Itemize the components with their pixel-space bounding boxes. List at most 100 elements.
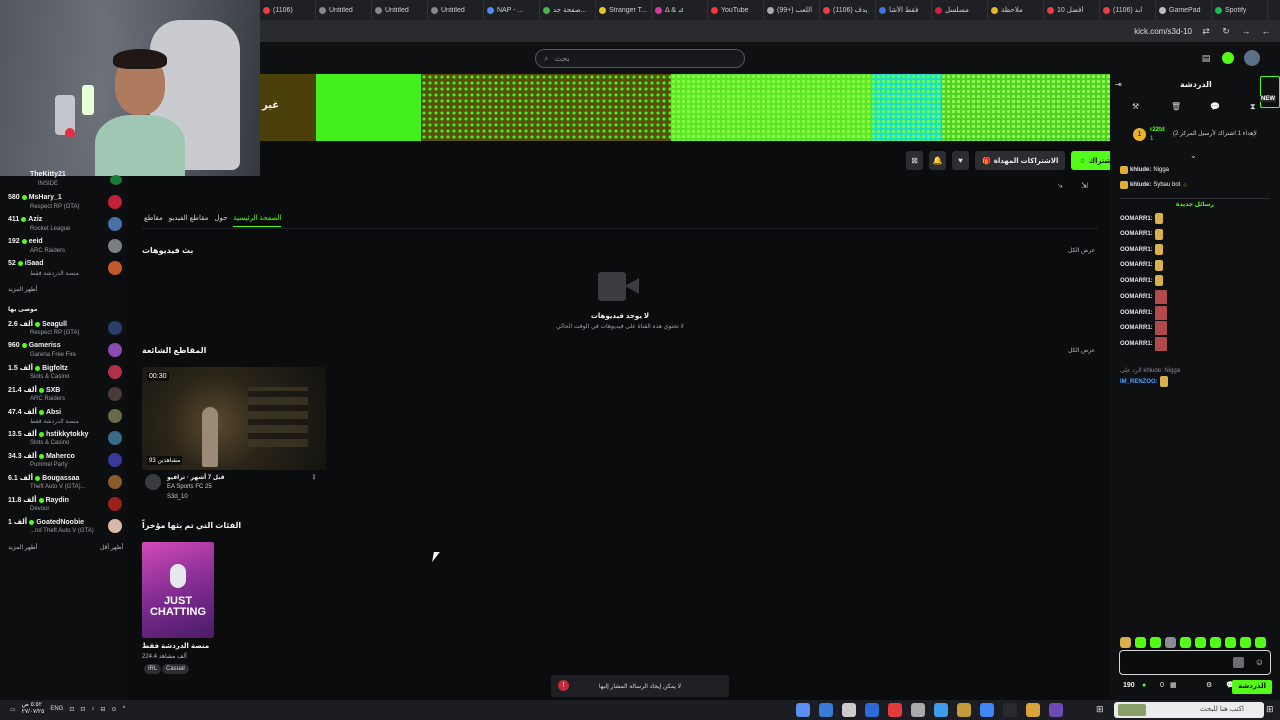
windows-start-icon[interactable]: ⊞ (1266, 704, 1274, 715)
tab-videos[interactable]: مقاطع الفيديو (169, 214, 209, 227)
browser-tab[interactable]: YouTube (708, 0, 764, 20)
taskbar-app-icon[interactable] (934, 703, 948, 717)
emoji-icon[interactable]: ☺ (1255, 657, 1264, 667)
sidebar-channel[interactable]: 580 MsHary_1 Respect RP (GTA) (8, 193, 122, 215)
browser-tab[interactable]: GamePad (1156, 0, 1212, 20)
share-icon[interactable]: ⇄ (1200, 25, 1212, 37)
sidebar-channel[interactable]: 52 iSaad منصة الدردشة فقط (8, 259, 122, 281)
chat-settings-icon[interactable]: ⚙ (1206, 681, 1212, 689)
tab-clips[interactable]: مقاطع (144, 214, 163, 227)
browser-tab[interactable]: Spotify (1212, 0, 1268, 20)
show-more-link[interactable]: أظهر المزيد (8, 544, 37, 551)
taskbar-app-icon[interactable] (1049, 703, 1063, 717)
view-all-link[interactable]: عرض الكل (1068, 247, 1095, 254)
taskbar-app-icon[interactable] (957, 703, 971, 717)
sidebar-channel[interactable]: 2.6 ألف Seagull Respect RP (GTA) (8, 319, 122, 341)
browser-tab[interactable]: صفحة جد... (540, 0, 596, 20)
emote-icon[interactable] (1255, 637, 1266, 648)
browser-tab[interactable]: Stranger T... (596, 0, 652, 20)
emote-icon[interactable] (1150, 637, 1161, 648)
clip-thumbnail[interactable]: 00:30 93 مشاهدين (142, 367, 326, 470)
sidebar-channel[interactable]: 47.4 ألف Absi منصة الدردشة فقط (8, 407, 122, 429)
pinned-message[interactable]: 1 r22td 1 (لإهداء 1 اشتراك لأرسيل المركز… (1130, 125, 1275, 147)
browser-tab[interactable]: (1106) يدف (820, 0, 876, 20)
browser-tab[interactable]: (1106) (260, 0, 316, 20)
wifi-icon[interactable]: ⊡ (69, 706, 74, 713)
bell-icon[interactable]: 🔔 (929, 151, 946, 170)
reload-icon[interactable]: ↻ (1220, 25, 1232, 37)
sidebar-channel[interactable]: 21.4 ألف SXB ARC Raiders (8, 385, 122, 407)
show-less-link[interactable]: أظهر أقل (100, 544, 123, 551)
taskbar-app-icon[interactable] (911, 703, 925, 717)
forward-icon[interactable]: → (1240, 25, 1252, 37)
browser-tab[interactable]: Δ & ⊿ (652, 0, 708, 20)
taskbar-app-icon[interactable] (980, 703, 994, 717)
user-avatar[interactable] (1244, 50, 1260, 66)
taskbar-app-icon[interactable] (819, 703, 833, 717)
browser-tab[interactable]: NAP - ... (484, 0, 540, 20)
clip-channel[interactable]: S3d_10 (167, 494, 188, 500)
category-card[interactable]: JUST CHATTING (142, 542, 214, 638)
sidebar-channel[interactable]: 411 Aziz Rocket League (8, 215, 122, 237)
clip-game[interactable]: EA Sports FC 25 (167, 484, 212, 490)
browser-tab[interactable]: فقط الأشا (876, 0, 932, 20)
tag-casual[interactable]: Casual (162, 664, 189, 674)
browser-tab[interactable]: (1106) ابد (1100, 0, 1156, 20)
collapse-chat-icon[interactable]: ⇥ (1115, 80, 1122, 89)
url-bar[interactable]: kick.com/s3d-10 (1134, 27, 1192, 36)
mod-icon[interactable]: ⚒ (1132, 102, 1139, 111)
browser-tab[interactable]: Untitled (428, 0, 484, 20)
browser-tab[interactable]: Untitled (316, 0, 372, 20)
notifications-icon[interactable]: ▤ (1200, 52, 1212, 64)
chat-input[interactable]: ☺ (1119, 650, 1271, 675)
sidebar-channel[interactable]: 192 eeid ARC Raiders (8, 237, 122, 259)
trash-icon[interactable]: 🗑 (1171, 102, 1181, 111)
expand-icon[interactable]: ⇲ (1081, 181, 1088, 190)
tab-home[interactable]: الصفحة الرئيسية (233, 214, 282, 227)
emote-icon[interactable] (1195, 637, 1206, 648)
browser-tab[interactable]: ملاحظة (988, 0, 1044, 20)
taskbar-app-icon[interactable] (1003, 703, 1017, 717)
clip-icon[interactable]: ⊠ (906, 151, 923, 170)
browser-tab[interactable]: (99+) اللعب (764, 0, 820, 20)
emote-picker-icon[interactable] (1233, 657, 1244, 668)
notification-icon[interactable]: ▭ (10, 706, 16, 713)
task-view-icon[interactable]: ⊞ (1096, 704, 1104, 715)
show-more-link[interactable]: أظهر المزيد (8, 286, 37, 293)
kick-logo-icon[interactable] (1222, 52, 1234, 64)
language-indicator[interactable]: ENG (50, 706, 63, 712)
search-input[interactable]: ⌕ بحث (535, 49, 745, 68)
taskbar-app-icon[interactable] (1026, 703, 1040, 717)
sidebar-channel[interactable]: 1.5 ألف Bigfoltz Slots & Casino (8, 363, 122, 385)
sidebar-channel[interactable]: TheKitty21 INSIDE (8, 170, 122, 192)
sidebar-channel[interactable]: 960 Gameriss Garena Free Fire (8, 341, 122, 363)
back-icon[interactable]: ← (1260, 25, 1272, 37)
heart-icon[interactable]: ♥ (952, 151, 969, 170)
send-button[interactable]: الدردشة (1232, 680, 1272, 694)
taskbar-app-icon[interactable] (842, 703, 856, 717)
emote-icon[interactable] (1180, 637, 1191, 648)
view-all-link[interactable]: عرض الكل (1068, 347, 1095, 354)
emote-icon[interactable] (1240, 637, 1251, 648)
chat-bubble-icon[interactable]: 💬 (1210, 102, 1220, 111)
taskbar-app-icon[interactable] (796, 703, 810, 717)
clip-title[interactable]: قبل 7 أشهر · ترافيو (167, 474, 225, 481)
browser-tab[interactable]: Untitled (372, 0, 428, 20)
browser-tab[interactable]: مسلسل (932, 0, 988, 20)
timer-icon[interactable]: ⧗ (1250, 102, 1256, 112)
emote-icon[interactable] (1120, 637, 1131, 648)
emote-icon[interactable] (1135, 637, 1146, 648)
tag-irl[interactable]: IRL (144, 664, 162, 674)
volume-icon[interactable]: ⊡ (80, 706, 85, 713)
settings-icon[interactable]: ⊙ (111, 706, 116, 713)
sidebar-channel[interactable]: 11.8 ألف Raydin Devour (8, 495, 122, 517)
sidebar-channel[interactable]: 34.3 ألف Maherco Pummel Party (8, 451, 122, 473)
sidebar-channel[interactable]: 1 ألف GoatedNoobie ...nd Theft Auto V (GTA… (8, 517, 122, 539)
new-feature-button[interactable]: NEW (1260, 76, 1280, 108)
browser-tab[interactable]: أفضل 10 (1044, 0, 1100, 20)
tab-about[interactable]: حول (214, 214, 227, 227)
sidebar-channel[interactable]: 13.5 ألف hstikkytokky Slots & Casino (8, 429, 122, 451)
category-name[interactable]: منصة الدردشة فقط (142, 642, 209, 650)
emote-icon[interactable] (1210, 637, 1221, 648)
share-icon[interactable]: ⤷ (1058, 181, 1062, 191)
